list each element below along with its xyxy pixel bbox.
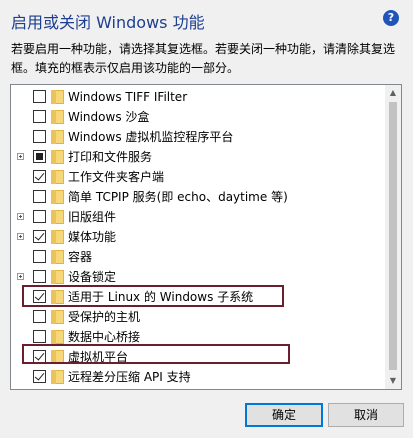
folder-icon [51,250,64,264]
folder-icon [51,210,64,224]
scroll-thumb[interactable] [389,102,397,370]
ok-button[interactable]: 确定 [245,403,323,427]
folder-icon [51,270,64,284]
feature-row[interactable]: 工作文件夹客户端 [11,167,387,187]
feature-checkbox[interactable] [33,110,46,123]
scroll-up-icon[interactable]: ▲ [385,85,401,101]
feature-label: Windows 虚拟机监控程序平台 [68,130,234,144]
feature-label: 容器 [68,250,93,264]
feature-row[interactable]: 旧版组件 [11,207,387,227]
feature-row[interactable]: 简单 TCPIP 服务(即 echo、daytime 等) [11,187,387,207]
feature-row[interactable]: 受保护的主机 [11,307,387,327]
help-icon[interactable]: ? [383,10,399,26]
feature-label: 媒体功能 [68,230,117,244]
folder-icon [51,230,64,244]
dialog-title: 启用或关闭 Windows 功能 [11,13,205,32]
folder-icon [51,190,64,204]
folder-icon [51,150,64,164]
folder-icon [51,130,64,144]
feature-row[interactable]: 虚拟机平台 [11,347,387,367]
feature-label: 数据中心桥接 [68,330,141,344]
cancel-button[interactable]: 取消 [328,403,404,427]
folder-icon [51,110,64,124]
folder-icon [51,370,64,384]
feature-label: 受保护的主机 [68,310,141,324]
feature-label: 虚拟机平台 [68,350,129,364]
feature-checkbox[interactable] [33,270,46,283]
feature-label: 工作文件夹客户端 [68,170,165,184]
feature-row[interactable]: 容器 [11,247,387,267]
feature-label: 设备锁定 [68,270,117,284]
feature-checkbox[interactable] [33,250,46,263]
feature-label: 打印和文件服务 [68,150,153,164]
expand-plus-icon[interactable] [17,153,24,160]
feature-label: 适用于 Linux 的 Windows 子系统 [68,290,254,304]
feature-rows: Windows TIFF IFilter Windows 沙盒 Windows 虚拟… [11,87,387,387]
feature-checkbox[interactable] [33,310,46,323]
feature-checkbox[interactable] [33,290,46,303]
feature-row[interactable]: 远程差分压缩 API 支持 [11,367,387,387]
folder-icon [51,350,64,364]
feature-checkbox[interactable] [33,90,46,103]
feature-row[interactable]: Windows 沙盒 [11,107,387,127]
feature-checkbox[interactable] [33,190,46,203]
feature-row[interactable]: 媒体功能 [11,227,387,247]
feature-row[interactable]: 数据中心桥接 [11,327,387,347]
expand-plus-icon[interactable] [17,213,24,220]
folder-icon [51,310,64,324]
feature-row[interactable]: 打印和文件服务 [11,147,387,167]
feature-checkbox[interactable] [33,230,46,243]
scroll-down-icon[interactable]: ▼ [385,373,401,389]
folder-icon [51,170,64,184]
vertical-scrollbar[interactable]: ▲ ▼ [385,85,401,389]
folder-icon [51,290,64,304]
feature-checkbox[interactable] [33,330,46,343]
feature-label: 简单 TCPIP 服务(即 echo、daytime 等) [68,190,288,204]
feature-row[interactable]: 设备锁定 [11,267,387,287]
feature-checkbox[interactable] [33,130,46,143]
feature-row[interactable]: 适用于 Linux 的 Windows 子系统 [11,287,387,307]
folder-icon [51,90,64,104]
feature-checkbox[interactable] [33,370,46,383]
expand-plus-icon[interactable] [17,233,24,240]
feature-checkbox[interactable] [33,150,46,163]
feature-checkbox[interactable] [33,350,46,363]
feature-row[interactable]: Windows 虚拟机监控程序平台 [11,127,387,147]
feature-label: 旧版组件 [68,210,117,224]
feature-label: Windows 沙盒 [68,110,150,124]
folder-icon [51,330,64,344]
expand-plus-icon[interactable] [17,273,24,280]
feature-list[interactable]: Windows TIFF IFilter Windows 沙盒 Windows 虚拟… [10,84,402,390]
feature-label: Windows TIFF IFilter [68,90,188,104]
feature-checkbox[interactable] [33,170,46,183]
feature-label: 远程差分压缩 API 支持 [68,370,191,384]
feature-checkbox[interactable] [33,210,46,223]
description-text: 若要启用一种功能，请选择其复选框。若要关闭一种功能，请清除其复选框。填充的框表示… [11,42,396,75]
feature-row[interactable]: Windows TIFF IFilter [11,87,387,107]
